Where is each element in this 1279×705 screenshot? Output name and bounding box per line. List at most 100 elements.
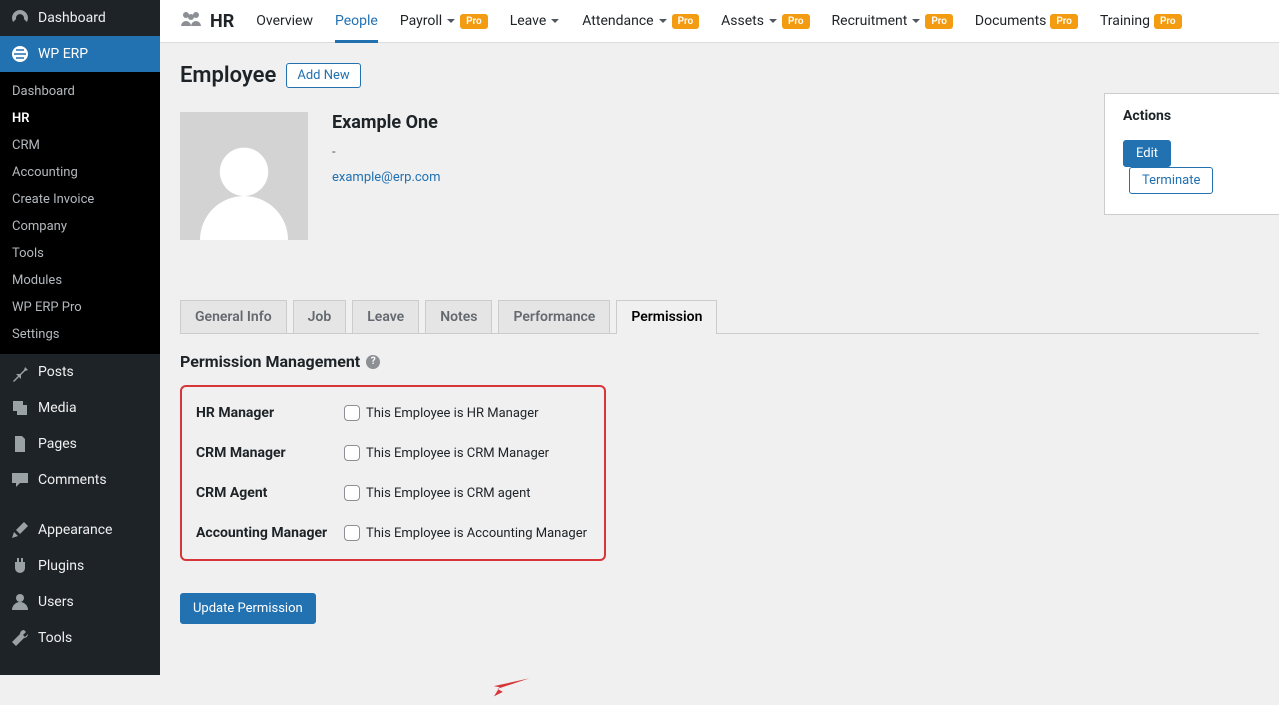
tab-leave[interactable]: Leave	[352, 300, 419, 333]
people-icon	[180, 10, 202, 32]
checkbox-input[interactable]	[344, 485, 360, 501]
hr-topbar: HR Overview People PayrollPro Leave Atte…	[160, 0, 1279, 43]
sidebar-item-appearance[interactable]: Appearance	[0, 512, 160, 548]
annotation-arrow	[490, 671, 530, 705]
sidebar-label: Appearance	[38, 522, 112, 538]
topnav-documents[interactable]: DocumentsPro	[975, 13, 1078, 29]
permission-heading: Permission Management ?	[180, 352, 1259, 371]
employee-name: Example One	[332, 112, 441, 133]
topnav-people[interactable]: People	[335, 13, 378, 43]
dashboard-icon	[10, 8, 30, 28]
checkbox-input[interactable]	[344, 445, 360, 461]
sidebar-submenu: Dashboard HR CRM Accounting Create Invoi…	[0, 72, 160, 354]
checkbox-input[interactable]	[344, 525, 360, 541]
sidebar-label: Dashboard	[38, 10, 106, 26]
sidebar-item-tools[interactable]: Tools	[0, 620, 160, 656]
employee-profile: Example One - example@erp.com	[180, 112, 1259, 240]
tab-notes[interactable]: Notes	[425, 300, 492, 333]
topnav-overview[interactable]: Overview	[256, 13, 313, 29]
main-content: HR Overview People PayrollPro Leave Atte…	[160, 0, 1279, 675]
pro-badge: Pro	[672, 14, 700, 29]
topnav-training[interactable]: TrainingPro	[1100, 13, 1182, 29]
page-icon	[10, 434, 30, 454]
sidebar-item-users[interactable]: Users	[0, 584, 160, 620]
perm-label: CRM Agent	[196, 485, 344, 501]
perm-checkbox-crm-manager[interactable]: This Employee is CRM Manager	[344, 445, 549, 461]
permission-box: HR Manager This Employee is HR Manager C…	[180, 385, 606, 561]
pro-badge: Pro	[925, 14, 953, 29]
tab-general-info[interactable]: General Info	[180, 300, 287, 333]
checkbox-input[interactable]	[344, 405, 360, 421]
perm-label: CRM Manager	[196, 445, 344, 461]
perm-checkbox-crm-agent[interactable]: This Employee is CRM agent	[344, 485, 531, 501]
sidebar-item-pages[interactable]: Pages	[0, 426, 160, 462]
profile-info: Example One - example@erp.com	[332, 112, 441, 240]
perm-label: Accounting Manager	[196, 525, 344, 541]
user-icon	[10, 592, 30, 612]
submenu-accounting[interactable]: Accounting	[0, 159, 160, 186]
submenu-crm[interactable]: CRM	[0, 132, 160, 159]
topnav-payroll[interactable]: PayrollPro	[400, 13, 488, 29]
add-new-button[interactable]: Add New	[286, 63, 360, 88]
topnav-leave[interactable]: Leave	[510, 13, 561, 29]
media-icon	[10, 398, 30, 418]
chevron-down-icon	[911, 16, 921, 26]
terminate-button[interactable]: Terminate	[1129, 167, 1213, 194]
chevron-down-icon	[768, 16, 778, 26]
submenu-tools[interactable]: Tools	[0, 240, 160, 267]
sidebar-item-plugins[interactable]: Plugins	[0, 548, 160, 584]
avatar	[180, 112, 308, 240]
submenu-modules[interactable]: Modules	[0, 267, 160, 294]
topbar-brand: HR	[180, 10, 234, 32]
topnav-attendance[interactable]: AttendancePro	[582, 13, 699, 29]
submenu-create-invoice[interactable]: Create Invoice	[0, 186, 160, 213]
perm-checkbox-accounting[interactable]: This Employee is Accounting Manager	[344, 525, 587, 541]
actions-panel: Actions Edit Terminate	[1104, 93, 1279, 215]
perm-checkbox-hr[interactable]: This Employee is HR Manager	[344, 405, 539, 421]
wperp-icon	[10, 44, 30, 64]
update-permission-button[interactable]: Update Permission	[180, 593, 316, 624]
sidebar-label: Tools	[38, 630, 72, 646]
submenu-hr[interactable]: HR	[0, 105, 160, 132]
sidebar-item-posts[interactable]: Posts	[0, 354, 160, 390]
sidebar-label: Comments	[38, 472, 107, 488]
help-icon[interactable]: ?	[366, 355, 380, 369]
topnav-assets[interactable]: AssetsPro	[721, 13, 809, 29]
employee-email-link[interactable]: example@erp.com	[332, 170, 441, 185]
sidebar-item-comments[interactable]: Comments	[0, 462, 160, 498]
sidebar-label: Users	[38, 594, 74, 610]
pro-badge: Pro	[782, 14, 810, 29]
plug-icon	[10, 556, 30, 576]
tab-job[interactable]: Job	[293, 300, 347, 333]
content-area: Employee Add New Example One - example@e…	[160, 43, 1279, 644]
tab-performance[interactable]: Performance	[498, 300, 610, 333]
topnav-recruitment[interactable]: RecruitmentPro	[832, 13, 953, 29]
avatar-placeholder-icon	[189, 130, 299, 240]
topbar-title: HR	[210, 11, 234, 32]
employee-role: -	[332, 145, 441, 160]
brush-icon	[10, 520, 30, 540]
page-header: Employee Add New	[180, 63, 1259, 88]
chevron-down-icon	[550, 16, 560, 26]
actions-title: Actions	[1123, 108, 1261, 124]
perm-row-hr-manager: HR Manager This Employee is HR Manager	[196, 405, 590, 421]
sidebar-item-dashboard[interactable]: Dashboard	[0, 0, 160, 36]
sidebar-item-wperp[interactable]: WP ERP	[0, 36, 160, 72]
comment-icon	[10, 470, 30, 490]
edit-button[interactable]: Edit	[1123, 140, 1171, 167]
submenu-settings[interactable]: Settings	[0, 321, 160, 348]
sidebar-label: Posts	[38, 364, 74, 380]
sidebar-label: Plugins	[38, 558, 84, 574]
admin-sidebar: Dashboard WP ERP Dashboard HR CRM Accoun…	[0, 0, 160, 675]
pro-badge: Pro	[1154, 14, 1182, 29]
tab-permission[interactable]: Permission	[616, 300, 717, 333]
chevron-down-icon	[446, 16, 456, 26]
chevron-down-icon	[658, 16, 668, 26]
submenu-company[interactable]: Company	[0, 213, 160, 240]
pro-badge: Pro	[460, 14, 488, 29]
submenu-wperp-pro[interactable]: WP ERP Pro	[0, 294, 160, 321]
submenu-dashboard[interactable]: Dashboard	[0, 78, 160, 105]
wrench-icon	[10, 628, 30, 648]
sidebar-label: Pages	[38, 436, 77, 452]
sidebar-item-media[interactable]: Media	[0, 390, 160, 426]
